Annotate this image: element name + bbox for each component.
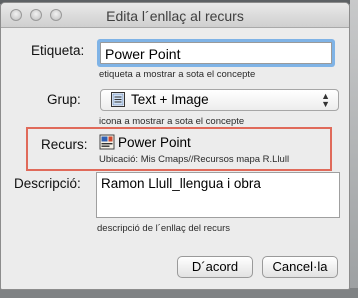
- resource-name: Power Point: [118, 135, 191, 150]
- resource-field-label: Recurs:: [41, 137, 88, 152]
- select-arrows-icon: ▲ ▼: [321, 91, 330, 109]
- edit-resource-link-dialog: Edita l´enllaç al recurs Etiqueta: Power…: [0, 2, 350, 290]
- ok-button[interactable]: D´acord: [177, 256, 253, 278]
- group-select-value: Text + Image: [131, 92, 209, 107]
- powerpoint-file-icon: [99, 134, 115, 150]
- group-select[interactable]: Text + Image ▲ ▼: [100, 89, 339, 111]
- cancel-button[interactable]: Cancel·la: [262, 256, 338, 278]
- description-textarea[interactable]: Ramon Llull_llengua i obra: [96, 172, 340, 218]
- window-title: Edita l´enllaç al recurs: [106, 8, 244, 24]
- title-bar: Edita l´enllaç al recurs: [1, 3, 349, 28]
- background-window-edge-right: [350, 0, 358, 298]
- label-hint: etiqueta a mostrar a sota el concepte: [99, 69, 256, 80]
- group-hint: icona a mostrar a sota el concepte: [99, 116, 245, 127]
- resource-location: Ubicació: Mis Cmaps//Recursos mapa R.Llu…: [99, 154, 290, 165]
- label-input[interactable]: Power Point: [100, 42, 332, 64]
- group-field-label: Grup:: [47, 92, 81, 107]
- description-hint: descripció de l´enllaç del recurs: [97, 223, 231, 234]
- description-field-label: Descripció:: [14, 176, 81, 191]
- document-icon: [111, 92, 125, 107]
- label-field-label: Etiqueta:: [31, 43, 85, 58]
